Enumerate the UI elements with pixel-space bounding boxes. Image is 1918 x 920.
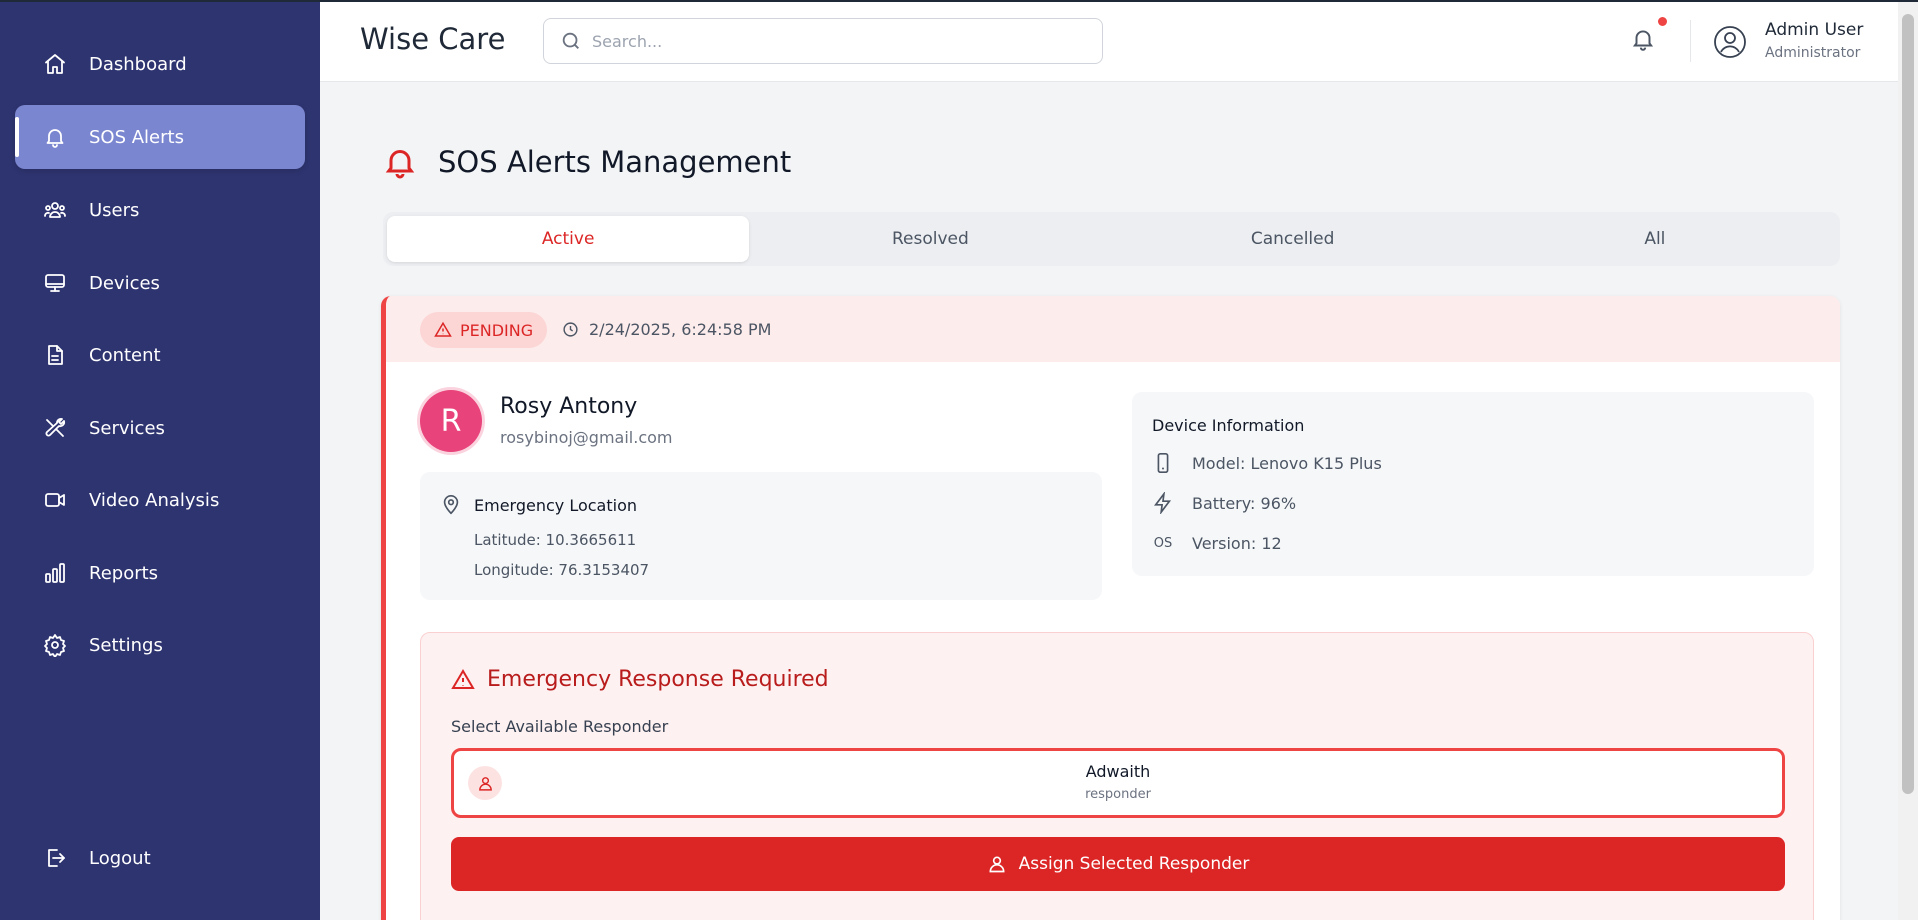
sidebar-item-dashboard[interactable]: Dashboard <box>15 32 305 96</box>
sidebar-item-settings[interactable]: Settings <box>15 613 305 677</box>
user-icon <box>989 856 1005 873</box>
map-pin-icon <box>440 494 462 516</box>
bell-icon <box>1632 30 1654 51</box>
user-role: Administrator <box>1765 45 1861 61</box>
device-info-title: Device Information <box>1152 416 1305 435</box>
person-email: rosybinoj@gmail.com <box>500 428 673 447</box>
sidebar-item-users[interactable]: Users <box>15 178 305 242</box>
response-title-text: Emergency Response Required <box>487 667 829 692</box>
header-divider <box>1690 20 1691 62</box>
page-scrollbar[interactable] <box>1898 0 1918 920</box>
warning-icon <box>451 668 475 689</box>
sidebar-item-label: Settings <box>89 634 163 656</box>
device-version: Version: 12 <box>1192 533 1282 553</box>
scrollbar-thumb[interactable] <box>1902 14 1914 794</box>
video-icon <box>41 486 69 514</box>
tab-all[interactable]: All <box>1474 216 1836 262</box>
gear-icon <box>41 631 69 659</box>
logout-button[interactable]: Logout <box>15 826 305 890</box>
status-badge: PENDING <box>420 312 548 348</box>
clock-icon <box>563 322 578 337</box>
sidebar-item-services[interactable]: Services <box>15 396 305 460</box>
sidebar-item-video-analysis[interactable]: Video Analysis <box>15 468 305 532</box>
tab-cancelled[interactable]: Cancelled <box>1112 216 1474 262</box>
sidebar-item-sos-alerts[interactable]: SOS Alerts <box>15 105 305 169</box>
users-icon <box>41 196 69 224</box>
user-name: Admin User <box>1765 20 1864 40</box>
alert-card-header: PENDING 2/24/2025, 6:24:58 PM <box>386 296 1840 362</box>
device-information-panel: Device Information Model: Lenovo K15 Plu… <box>1132 392 1814 576</box>
responder-option[interactable]: Adwaith responder <box>451 748 1785 818</box>
select-responder-label: Select Available Responder <box>451 717 669 736</box>
device-model: Model: Lenovo K15 Plus <box>1192 453 1382 473</box>
notifications-button[interactable] <box>1630 26 1660 56</box>
bell-icon <box>385 150 415 179</box>
sidebar-item-label: SOS Alerts <box>89 126 184 148</box>
sidebar: Dashboard SOS Alerts Users Devices Conte… <box>0 0 320 920</box>
app-title: Wise Care <box>360 22 506 56</box>
assign-responder-button[interactable]: Assign Selected Responder <box>451 837 1785 891</box>
search-input[interactable] <box>592 31 1072 51</box>
latitude: Latitude: 10.3665611 <box>474 531 637 549</box>
device-model-row: Model: Lenovo K15 Plus <box>1152 452 1382 474</box>
status-badge-label: PENDING <box>460 320 534 340</box>
sidebar-item-label: Dashboard <box>89 53 187 75</box>
home-icon <box>41 50 69 78</box>
logout-icon <box>41 844 69 872</box>
avatar: R <box>420 390 482 452</box>
tab-resolved[interactable]: Resolved <box>749 216 1111 262</box>
bell-icon <box>41 123 69 151</box>
file-icon <box>41 341 69 369</box>
sidebar-item-label: Video Analysis <box>89 489 220 511</box>
device-version-row: OS Version: 12 <box>1152 532 1282 554</box>
sidebar-item-content[interactable]: Content <box>15 323 305 387</box>
tools-icon <box>41 414 69 442</box>
sidebar-item-reports[interactable]: Reports <box>15 541 305 605</box>
emergency-response-panel: Emergency Response Required Select Avail… <box>420 632 1814 920</box>
device-battery: Battery: 96% <box>1192 493 1297 513</box>
sidebar-item-label: Devices <box>89 272 160 294</box>
emergency-location-panel: Emergency Location Latitude: 10.3665611 … <box>420 472 1102 600</box>
user-avatar-icon[interactable] <box>1712 24 1748 60</box>
notification-dot <box>1658 17 1667 26</box>
window-top-border <box>0 0 1918 2</box>
page-title-block: SOS Alerts Management <box>382 144 791 180</box>
monitor-icon <box>41 269 69 297</box>
longitude: Longitude: 76.3153407 <box>474 561 650 579</box>
logout-label: Logout <box>89 847 151 869</box>
search-bar[interactable] <box>543 18 1103 64</box>
warning-icon <box>434 321 452 337</box>
person-name: Rosy Antony <box>500 394 638 419</box>
assign-button-label: Assign Selected Responder <box>1018 854 1250 874</box>
sos-alert-card: PENDING 2/24/2025, 6:24:58 PM R Rosy Ant… <box>381 296 1840 920</box>
responder-name: Adwaith <box>1085 762 1151 781</box>
status-tabs: Active Resolved Cancelled All <box>383 212 1840 266</box>
tab-active[interactable]: Active <box>387 216 750 262</box>
sidebar-item-devices[interactable]: Devices <box>15 251 305 315</box>
search-icon <box>562 32 579 49</box>
device-battery-row: Battery: 96% <box>1152 492 1296 514</box>
lightning-icon <box>1152 492 1174 514</box>
location-title: Emergency Location <box>474 496 637 515</box>
phone-icon <box>1152 452 1174 474</box>
sidebar-item-label: Users <box>89 199 140 221</box>
page-title: SOS Alerts Management <box>438 145 792 179</box>
responder-role: responder <box>1085 787 1151 802</box>
os-icon: OS <box>1153 535 1173 551</box>
sidebar-item-label: Content <box>89 344 161 366</box>
top-header: Wise Care Admin User Administrator <box>320 0 1898 82</box>
timestamp-text: 2/24/2025, 6:24:58 PM <box>589 320 772 339</box>
response-title: Emergency Response Required <box>451 667 829 692</box>
sidebar-item-label: Services <box>89 417 165 439</box>
sidebar-item-label: Reports <box>89 562 159 584</box>
bar-chart-icon <box>41 559 69 587</box>
alert-timestamp: 2/24/2025, 6:24:58 PM <box>562 320 771 339</box>
